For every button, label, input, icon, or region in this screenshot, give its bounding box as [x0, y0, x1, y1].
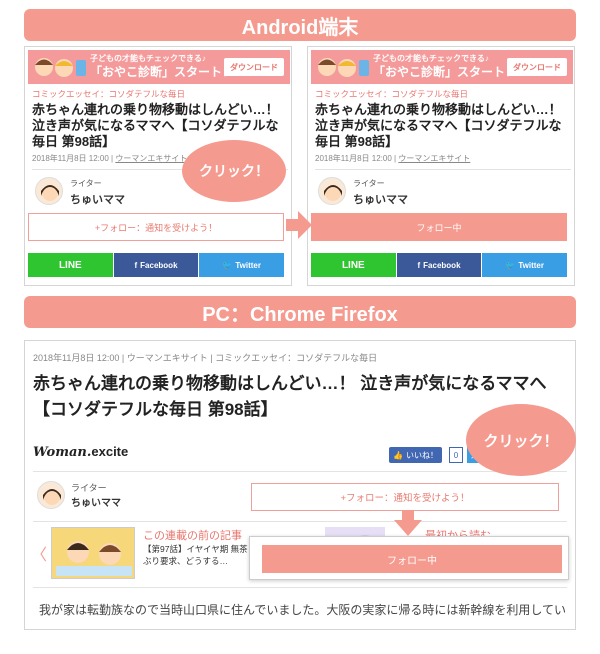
prev-article-title[interactable]: 【第97話】イヤイヤ期 無茶ぶり要求、どうする… [143, 543, 253, 567]
download-button[interactable]: ダウンロード [507, 58, 567, 76]
share-row: LINE f Facebook 🐦 Twitter [311, 253, 568, 277]
logo-suffix: excite [91, 444, 129, 459]
article-meta: 2018年11月8日 12:00 | ウーマンエキサイト [315, 153, 470, 164]
arrow-right-icon [286, 211, 312, 239]
twitter-share-button[interactable]: 🐦 Twitter [482, 253, 568, 277]
facebook-share-button[interactable]: f Facebook [396, 253, 482, 277]
source-link[interactable]: ウーマンエキサイト [115, 154, 187, 163]
banner-headline: 「おやこ診断」スタート！ [373, 65, 518, 79]
article-title: 赤ちゃん連れの乗り物移動はしんどい…！泣き声が気になるママへ【コソダテフルな毎日… [315, 102, 562, 149]
writer-avatar[interactable] [37, 481, 65, 509]
like-count: 0 [449, 447, 463, 463]
prev-article-thumbnail[interactable] [51, 527, 135, 579]
meta-separator: | [111, 154, 114, 163]
pc-screenshot: 2018年11月8日 12:00 | ウーマンエキサイト | コミックエッセイ：… [24, 340, 576, 630]
twitter-label: Twitter [235, 260, 261, 270]
facebook-icon: f [417, 260, 421, 270]
app-banner[interactable]: 子どもの才能もチェックできる♪ 「おやこ診断」スタート！ ダウンロード [311, 50, 573, 84]
writer-name[interactable]: ちゅいママ [353, 191, 408, 207]
share-row: LINE f Facebook 🐦 Twitter [28, 253, 285, 277]
writer-role: ライター [353, 179, 385, 188]
divider [33, 521, 567, 522]
facebook-label: Facebook [423, 260, 461, 270]
like-label: いいね！ [405, 450, 438, 460]
twitter-bird-icon: 🐦 [505, 260, 516, 270]
following-popup: フォロー中 [249, 536, 569, 580]
writer-role: ライター [70, 179, 102, 188]
writer-name[interactable]: ちゅいママ [70, 191, 125, 207]
article-date: 2018年11月8日 12:00 [315, 154, 392, 163]
prev-arrow-icon[interactable]: 〈 [31, 541, 47, 565]
meta-separator: | [394, 154, 397, 163]
article-body: 我が家は転勤族なので当時山口県に住んでいました。大阪の実家に帰る時には新幹線を利… [39, 603, 567, 617]
article-title: 赤ちゃん連れの乗り物移動はしんどい…！ 泣き声が気になるママへ【コソダテフルな毎… [33, 374, 547, 419]
writer-avatar[interactable] [318, 177, 346, 205]
facebook-label: Facebook [140, 260, 178, 270]
following-button[interactable]: フォロー中 [311, 213, 567, 241]
thumbs-up-icon: 👍 [393, 450, 403, 460]
woman-excite-logo[interactable]: Woman.excite [33, 444, 128, 460]
arrow-down-icon [394, 510, 422, 536]
download-button[interactable]: ダウンロード [224, 58, 284, 76]
following-button[interactable]: フォロー中 [262, 545, 562, 573]
writer-role: ライター [71, 483, 107, 493]
twitter-share-button[interactable]: 🐦 Twitter [199, 253, 285, 277]
logo-prefix: Woman. [33, 445, 92, 460]
line-share-button[interactable]: LINE [311, 253, 396, 277]
divider [33, 587, 567, 588]
kids-illustration-icon [318, 58, 369, 77]
app-banner[interactable]: 子どもの才能もチェックできる♪ 「おやこ診断」スタート！ ダウンロード [28, 50, 290, 84]
category-link[interactable]: コミックエッセイ：コソダテフルな毎日 [315, 88, 468, 100]
phone-after: 子どもの才能もチェックできる♪ 「おやこ診断」スタート！ ダウンロード コミック… [307, 46, 575, 286]
kids-illustration-icon [35, 58, 86, 77]
twitter-bird-icon: 🐦 [222, 260, 233, 270]
writer-avatar[interactable] [35, 177, 63, 205]
facebook-icon: f [134, 260, 138, 270]
click-callout: クリック！ [466, 404, 576, 476]
follow-button[interactable]: +フォロー：通知を受けよう！ [28, 213, 284, 241]
android-section-header: Android端末 [24, 9, 576, 41]
prev-article-label[interactable]: この連載の前の記事 [143, 527, 242, 543]
divider [33, 471, 567, 472]
pc-section-header: PC：Chrome Firefox [24, 296, 576, 328]
facebook-share-button[interactable]: f Facebook [113, 253, 199, 277]
writer-name[interactable]: ちゅいママ [71, 494, 121, 509]
facebook-like-button[interactable]: 👍 いいね！ [389, 447, 442, 463]
article-meta: 2018年11月8日 12:00 | ウーマンエキサイト | コミックエッセイ：… [33, 353, 378, 363]
article-meta: 2018年11月8日 12:00 | ウーマンエキサイト [32, 153, 187, 164]
banner-headline: 「おやこ診断」スタート！ [90, 65, 235, 79]
click-callout: クリック！ [182, 140, 286, 202]
source-link[interactable]: ウーマンエキサイト [398, 154, 470, 163]
follow-button[interactable]: +フォロー：通知を受けよう！ [251, 483, 559, 511]
line-share-button[interactable]: LINE [28, 253, 113, 277]
article-date: 2018年11月8日 12:00 [32, 154, 109, 163]
category-link[interactable]: コミックエッセイ：コソダテフルな毎日 [32, 88, 185, 100]
divider [315, 169, 571, 170]
twitter-label: Twitter [518, 260, 544, 270]
